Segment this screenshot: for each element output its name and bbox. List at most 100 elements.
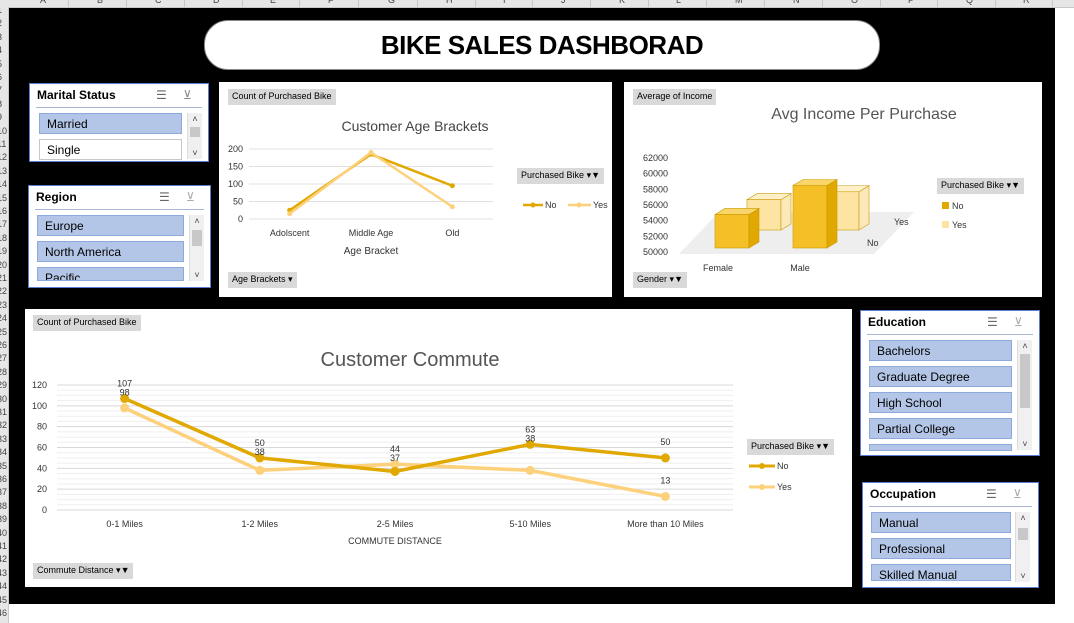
slicer-scrollbar[interactable]: ˄ ˅ (1015, 512, 1030, 582)
slicer-item-professional[interactable]: Professional (871, 538, 1011, 559)
row-header[interactable]: 40 (0, 528, 7, 538)
row-header[interactable]: 37 (0, 487, 7, 497)
row-header[interactable]: 2 (0, 18, 2, 28)
slicer-item-europe[interactable]: Europe (37, 215, 184, 236)
chart-commute-panel[interactable]: Count of Purchased Bike Customer Commute… (25, 309, 852, 587)
slicer-item-pacific[interactable]: Pacific (37, 267, 184, 281)
field-button-axis[interactable]: Gender ▾▼ (633, 272, 687, 288)
column-header[interactable]: M (735, 0, 743, 5)
scroll-up-icon[interactable]: ˄ (188, 113, 202, 125)
slicer-scrollbar[interactable]: ˄ ˅ (189, 215, 204, 281)
legend-filter-button[interactable]: Purchased Bike ▾▼ (517, 168, 604, 184)
slicer-item-skilled-manual[interactable]: Skilled Manual (871, 564, 1011, 581)
clear-filter-icon[interactable]: ⊻ (1014, 315, 1023, 329)
row-header[interactable]: 6 (0, 72, 2, 82)
scroll-down-icon[interactable]: ˅ (188, 147, 202, 159)
row-header[interactable]: 17 (0, 219, 7, 229)
slicer-region[interactable]: Region ☰ ⊻ Europe North America Pacific … (28, 185, 211, 288)
column-header[interactable]: L (676, 0, 681, 5)
slicer-item-partial-college[interactable]: Partial College (869, 418, 1012, 439)
slicer-education[interactable]: Education ☰ ⊻ Bachelors Graduate Degree … (860, 310, 1040, 456)
filter-dropdown-icon[interactable]: ▾▼ (116, 565, 129, 575)
row-header[interactable]: 36 (0, 474, 7, 484)
column-header[interactable]: P (908, 0, 914, 5)
column-header[interactable]: A (40, 0, 46, 5)
row-header[interactable]: 10 (0, 126, 7, 136)
row-header[interactable]: 13 (0, 166, 7, 176)
column-header[interactable]: H (446, 0, 453, 5)
row-header[interactable]: 46 (0, 608, 7, 618)
row-header[interactable]: 28 (0, 367, 7, 377)
row-header[interactable]: 23 (0, 300, 7, 310)
column-header[interactable]: J (561, 0, 566, 5)
field-button-axis[interactable]: Age Brackets ▾ (228, 272, 297, 288)
chart-avg-income-panel[interactable]: Average of Income Avg Income Per Purchas… (624, 82, 1042, 297)
row-header[interactable]: 9 (0, 112, 2, 122)
scroll-down-icon[interactable]: ˅ (190, 269, 204, 281)
row-header[interactable]: 27 (0, 353, 7, 363)
row-header[interactable]: 24 (0, 313, 7, 323)
row-header[interactable]: 20 (0, 260, 7, 270)
row-header[interactable]: 5 (0, 59, 2, 69)
row-header[interactable]: 41 (0, 541, 7, 551)
scroll-up-icon[interactable]: ˄ (1018, 340, 1032, 352)
row-header[interactable]: 11 (0, 139, 6, 149)
row-header[interactable]: 34 (0, 447, 7, 457)
legend-filter-button[interactable]: Purchased Bike ▾▼ (747, 439, 834, 455)
slicer-item-single[interactable]: Single (39, 139, 182, 160)
column-header[interactable]: E (270, 0, 276, 5)
slicer-scrollbar[interactable]: ˄ ˅ (187, 113, 202, 159)
row-header[interactable]: 32 (0, 420, 7, 430)
row-header[interactable]: 22 (0, 286, 7, 296)
row-header[interactable]: 30 (0, 394, 7, 404)
filter-dropdown-icon[interactable]: ▾▼ (1007, 180, 1020, 190)
column-header[interactable]: K (619, 0, 625, 5)
filter-dropdown-icon[interactable]: ▾▼ (817, 441, 830, 451)
filter-dropdown-icon[interactable]: ▾▼ (670, 274, 683, 284)
slicer-item-high-school[interactable]: High School (869, 392, 1012, 413)
row-header[interactable]: 15 (0, 193, 7, 203)
scroll-up-icon[interactable]: ˄ (1016, 512, 1030, 524)
legend-filter-button[interactable]: Purchased Bike ▾▼ (937, 178, 1024, 194)
multi-select-icon[interactable]: ☰ (986, 487, 997, 501)
row-header[interactable]: 25 (0, 327, 7, 337)
filter-dropdown-icon[interactable]: ▾▼ (587, 170, 600, 180)
row-header[interactable]: 1 (0, 7, 2, 15)
row-header[interactable]: 8 (0, 99, 2, 109)
chevron-down-icon[interactable]: ▾ (288, 274, 293, 284)
row-header[interactable]: 14 (0, 179, 7, 189)
row-header[interactable]: 21 (0, 273, 7, 283)
chart-age-brackets-panel[interactable]: Count of Purchased Bike Customer Age Bra… (219, 82, 612, 297)
slicer-item-married[interactable]: Married (39, 113, 182, 134)
column-header[interactable]: G (388, 0, 395, 5)
row-header[interactable]: 35 (0, 461, 7, 471)
clear-filter-icon[interactable]: ⊻ (183, 88, 192, 102)
clear-filter-icon[interactable]: ⊻ (186, 190, 195, 204)
clear-filter-icon[interactable]: ⊻ (1013, 487, 1022, 501)
column-header[interactable]: I (503, 0, 506, 5)
row-header[interactable]: 39 (0, 514, 7, 524)
row-header[interactable]: 4 (0, 45, 2, 55)
slicer-marital-status[interactable]: Marital Status ☰ ⊻ Married Single ˄ ˅ (29, 83, 209, 162)
column-header[interactable]: Q (966, 0, 973, 5)
multi-select-icon[interactable]: ☰ (156, 88, 167, 102)
row-header[interactable]: 38 (0, 501, 7, 511)
column-header[interactable]: B (97, 0, 103, 5)
slicer-scrollbar[interactable]: ˄ ˅ (1017, 340, 1032, 450)
row-header[interactable]: 19 (0, 246, 7, 256)
row-header[interactable]: 42 (0, 554, 7, 564)
slicer-item-partial[interactable] (869, 444, 1012, 451)
column-header[interactable]: N (793, 0, 800, 5)
row-header[interactable]: 31 (0, 407, 7, 417)
slicer-occupation[interactable]: Occupation ☰ ⊻ Manual Professional Skill… (862, 482, 1039, 588)
slicer-item-graduate-degree[interactable]: Graduate Degree (869, 366, 1012, 387)
column-header[interactable]: F (328, 0, 334, 5)
row-header[interactable]: 29 (0, 380, 7, 390)
column-header[interactable]: R (1023, 0, 1030, 5)
column-header[interactable]: D (213, 0, 220, 5)
field-button-axis[interactable]: Commute Distance ▾▼ (33, 563, 134, 579)
row-header[interactable]: 45 (0, 595, 7, 605)
multi-select-icon[interactable]: ☰ (987, 315, 998, 329)
row-header[interactable]: 44 (0, 581, 7, 591)
scroll-down-icon[interactable]: ˅ (1016, 570, 1030, 582)
